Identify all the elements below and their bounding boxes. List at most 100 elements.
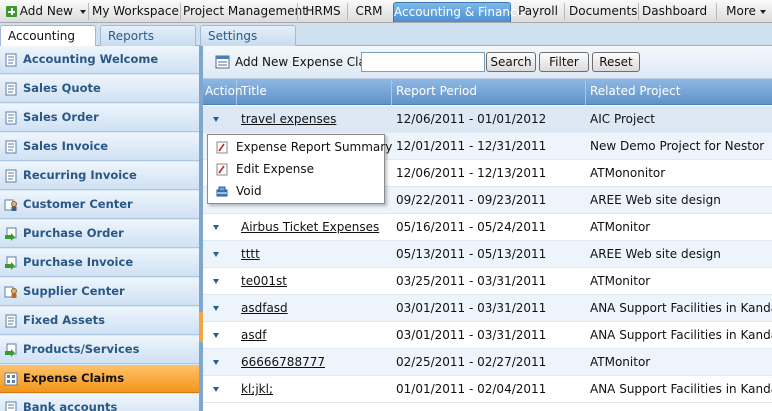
sidebar-item-bank-accounts[interactable]: Bank accounts <box>0 394 199 411</box>
column-header-action[interactable]: Action <box>203 79 243 105</box>
table-row[interactable]: asdf 03/01/2011 - 03/31/2011 ANA Support… <box>203 322 772 349</box>
purchase-icon <box>5 343 17 357</box>
search-button[interactable]: Search <box>486 52 536 72</box>
column-header-title[interactable]: Title <box>237 79 392 105</box>
sidebar-item-sales-quote[interactable]: Sales Quote <box>0 75 199 103</box>
row-title-link[interactable]: tttt <box>241 241 260 267</box>
row-period: 09/22/2011 - 09/23/2011 <box>396 193 547 207</box>
menu-item-label: Edit Expense <box>236 162 314 176</box>
void-icon <box>216 186 228 197</box>
tab-project-management[interactable]: Project Management <box>183 0 307 23</box>
row-title-link[interactable]: te001st <box>241 268 287 294</box>
subtab-settings[interactable]: Settings <box>200 25 296 46</box>
row-title-link[interactable]: travel expenses <box>241 106 336 132</box>
row-action-dropdown-icon[interactable] <box>213 225 219 230</box>
sidebar-item-sales-order[interactable]: Sales Order <box>0 104 199 132</box>
supplier-icon <box>4 286 17 298</box>
table-row[interactable]: kl;jkl; 01/01/2011 - 02/04/2011 ANA Supp… <box>203 376 772 403</box>
sidebar-item-label: Purchase Order <box>23 226 124 240</box>
sub-nav: Accounting Reports Settings <box>0 23 772 47</box>
doc-icon <box>5 82 17 96</box>
sidebar-item-purchase-order[interactable]: Purchase Order <box>0 220 199 248</box>
column-header-period[interactable]: Report Period <box>392 79 586 105</box>
row-action-dropdown-icon[interactable] <box>213 117 219 122</box>
add-new-menu[interactable]: Add New <box>6 0 86 23</box>
search-input[interactable] <box>361 52 485 72</box>
table-row[interactable]: travel expenses 12/06/2011 - 01/01/2012 … <box>203 106 772 133</box>
grid-header: Action Title Report Period Related Proje… <box>203 79 772 105</box>
doc-icon <box>5 140 17 154</box>
row-action-dropdown-icon[interactable] <box>213 333 219 338</box>
row-title-link[interactable]: 66666788777 <box>241 349 325 375</box>
reset-button[interactable]: Reset <box>592 52 640 72</box>
add-expense-claim-link[interactable]: Add New Expense Claim <box>235 55 381 69</box>
sidebar-item-recurring-invoice[interactable]: Recurring Invoice <box>0 162 199 190</box>
row-action-dropdown-icon[interactable] <box>213 252 219 257</box>
sidebar-item-label: Sales Order <box>23 110 99 124</box>
tab-documents[interactable]: Documents <box>569 0 637 23</box>
sidebar-item-sales-invoice[interactable]: Sales Invoice <box>0 133 199 161</box>
sidebar-item-label: Accounting Welcome <box>23 52 159 66</box>
sidebar-item-products-services[interactable]: Products/Services <box>0 336 199 364</box>
table-row[interactable]: 66666788777 02/25/2011 - 02/27/2011 ATMo… <box>203 349 772 376</box>
sidebar-item-expense-claims[interactable]: Expense Claims <box>0 365 199 393</box>
row-action-dropdown-icon[interactable] <box>213 306 219 311</box>
table-row[interactable]: asdfasd 03/01/2011 - 03/31/2011 ANA Supp… <box>203 295 772 322</box>
row-action-dropdown-icon[interactable] <box>213 387 219 392</box>
tab-dashboard[interactable]: Dashboard <box>642 0 707 23</box>
row-title-link[interactable]: kl;jkl; <box>241 376 273 402</box>
menu-item-edit-expense[interactable]: Edit Expense <box>208 159 384 180</box>
nav-divider <box>564 3 565 20</box>
add-expense-icon[interactable] <box>215 55 230 69</box>
tab-my-workspace[interactable]: My Workspace <box>92 0 179 23</box>
sidebar-item-purchase-invoice[interactable]: Purchase Invoice <box>0 249 199 277</box>
row-title-link[interactable]: Airbus Ticket Expenses <box>241 214 379 240</box>
chevron-down-icon <box>759 9 766 14</box>
sidebar-item-label: Bank accounts <box>23 400 118 411</box>
table-row[interactable]: Airbus Ticket Expenses 05/16/2011 - 05/2… <box>203 214 772 241</box>
menu-item-label: Expense Report Summary <box>236 140 393 154</box>
row-title-link[interactable]: asdf <box>241 322 266 348</box>
tab-accounting-finance[interactable]: Accounting & Finance <box>393 2 524 22</box>
tab-crm[interactable]: CRM <box>351 0 387 23</box>
nav-divider <box>297 3 298 20</box>
chevron-down-icon <box>80 9 86 14</box>
plus-icon <box>6 6 17 17</box>
row-title-link[interactable]: asdfasd <box>241 295 288 321</box>
menu-item-expense-report-summary[interactable]: Expense Report Summary <box>208 137 392 158</box>
sidebar-item-fixed-assets[interactable]: Fixed Assets <box>0 307 199 335</box>
row-period: 05/13/2011 - 05/13/2011 <box>396 247 547 261</box>
sidebar-item-label: Fixed Assets <box>23 313 105 327</box>
tab-hrms[interactable]: HRMS <box>301 0 345 23</box>
nav-divider <box>638 3 639 20</box>
row-action-dropdown-icon[interactable] <box>213 279 219 284</box>
doc-icon <box>5 169 17 183</box>
tab-payroll[interactable]: Payroll <box>516 0 560 23</box>
sidebar-item-label: Supplier Center <box>23 284 125 298</box>
tab-more[interactable]: More <box>722 0 770 23</box>
nav-divider <box>347 3 348 20</box>
table-row[interactable]: te001st 03/25/2011 - 03/31/2011 ATMonito… <box>203 268 772 295</box>
menu-item-void[interactable]: Void <box>208 181 384 202</box>
sidebar-item-accounting-welcome[interactable]: Accounting Welcome <box>0 46 199 74</box>
sidebar-item-label: Sales Invoice <box>23 139 109 153</box>
sidebar-item-label: Expense Claims <box>23 371 125 385</box>
row-context-menu: Expense Report Summary Edit Expense Void <box>207 134 392 204</box>
expense-icon <box>4 372 18 386</box>
add-new-label: Add New <box>19 4 73 18</box>
column-header-project[interactable]: Related Project <box>586 79 772 105</box>
filter-button[interactable]: Filter <box>539 52 589 72</box>
row-action-dropdown-icon[interactable] <box>213 360 219 365</box>
row-project: ANA Support Facilities in Kandak Afgha <box>590 382 772 396</box>
row-period: 03/01/2011 - 03/31/2011 <box>396 328 547 342</box>
subtab-accounting[interactable]: Accounting <box>0 25 96 47</box>
subtab-reports[interactable]: Reports <box>100 25 196 46</box>
row-period: 03/25/2011 - 03/31/2011 <box>396 274 547 288</box>
nav-divider <box>180 3 181 20</box>
sidebar-item-supplier-center[interactable]: Supplier Center <box>0 278 199 306</box>
table-row[interactable]: tttt 05/13/2011 - 05/13/2011 AREE Web si… <box>203 241 772 268</box>
doc-icon <box>5 401 17 411</box>
sidebar-item-customer-center[interactable]: Customer Center <box>0 191 199 219</box>
doc-icon <box>5 111 17 125</box>
row-period: 05/16/2011 - 05/24/2011 <box>396 220 547 234</box>
